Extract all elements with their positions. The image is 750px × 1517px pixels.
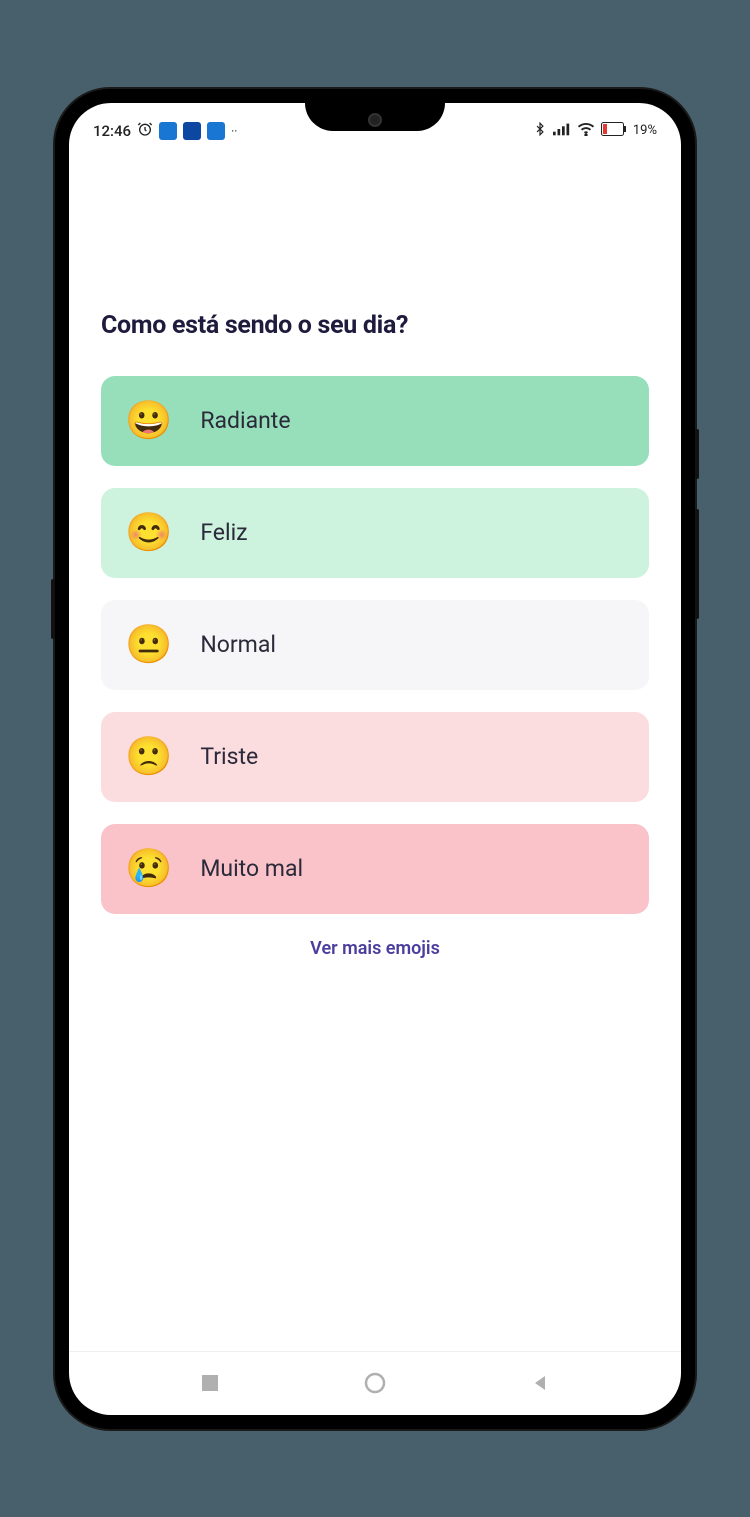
- neutral-emoji-icon: 😐: [125, 626, 172, 664]
- app-notification-icon: [207, 122, 225, 140]
- signal-icon: [553, 122, 571, 140]
- home-button[interactable]: [364, 1372, 386, 1394]
- phone-frame: 12:46 ··: [55, 89, 695, 1429]
- mood-label: Muito mal: [200, 855, 303, 882]
- content-area: Como está sendo o seu dia? 😀 Radiante 😊 …: [69, 151, 681, 1351]
- app-notification-icon: [183, 122, 201, 140]
- status-left: 12:46 ··: [93, 121, 237, 141]
- frowning-emoji-icon: 🙁: [125, 738, 172, 776]
- status-time: 12:46: [93, 122, 131, 140]
- back-button[interactable]: [531, 1374, 549, 1392]
- battery-percentage: 19%: [633, 123, 657, 138]
- crying-emoji-icon: 😢: [125, 850, 172, 888]
- alarm-icon: [137, 121, 153, 141]
- volume-button: [695, 429, 699, 479]
- battery-icon: [601, 122, 627, 140]
- front-camera: [368, 113, 382, 127]
- bluetooth-icon: [533, 121, 547, 141]
- mood-label: Normal: [200, 631, 276, 658]
- grinning-emoji-icon: 😀: [125, 402, 172, 440]
- more-notifications-icon: ··: [231, 124, 237, 138]
- mood-label: Radiante: [200, 407, 290, 434]
- mood-label: Feliz: [200, 519, 247, 546]
- mood-option-normal[interactable]: 😐 Normal: [101, 600, 649, 690]
- mood-option-muito-mal[interactable]: 😢 Muito mal: [101, 824, 649, 914]
- mood-label: Triste: [200, 743, 258, 770]
- status-right: 19%: [533, 121, 657, 141]
- mood-option-feliz[interactable]: 😊 Feliz: [101, 488, 649, 578]
- side-button-left: [51, 579, 55, 639]
- question-title: Como está sendo o seu dia?: [101, 311, 649, 340]
- phone-screen: 12:46 ··: [69, 103, 681, 1415]
- smiling-emoji-icon: 😊: [125, 514, 172, 552]
- recent-apps-button[interactable]: [201, 1374, 219, 1392]
- wifi-icon: [577, 122, 595, 140]
- notch: [305, 103, 445, 131]
- mood-option-triste[interactable]: 🙁 Triste: [101, 712, 649, 802]
- power-button: [695, 509, 699, 619]
- see-more-emojis-link[interactable]: Ver mais emojis: [101, 938, 649, 959]
- navigation-bar: [69, 1351, 681, 1415]
- app-notification-icon: [159, 122, 177, 140]
- mood-option-radiante[interactable]: 😀 Radiante: [101, 376, 649, 466]
